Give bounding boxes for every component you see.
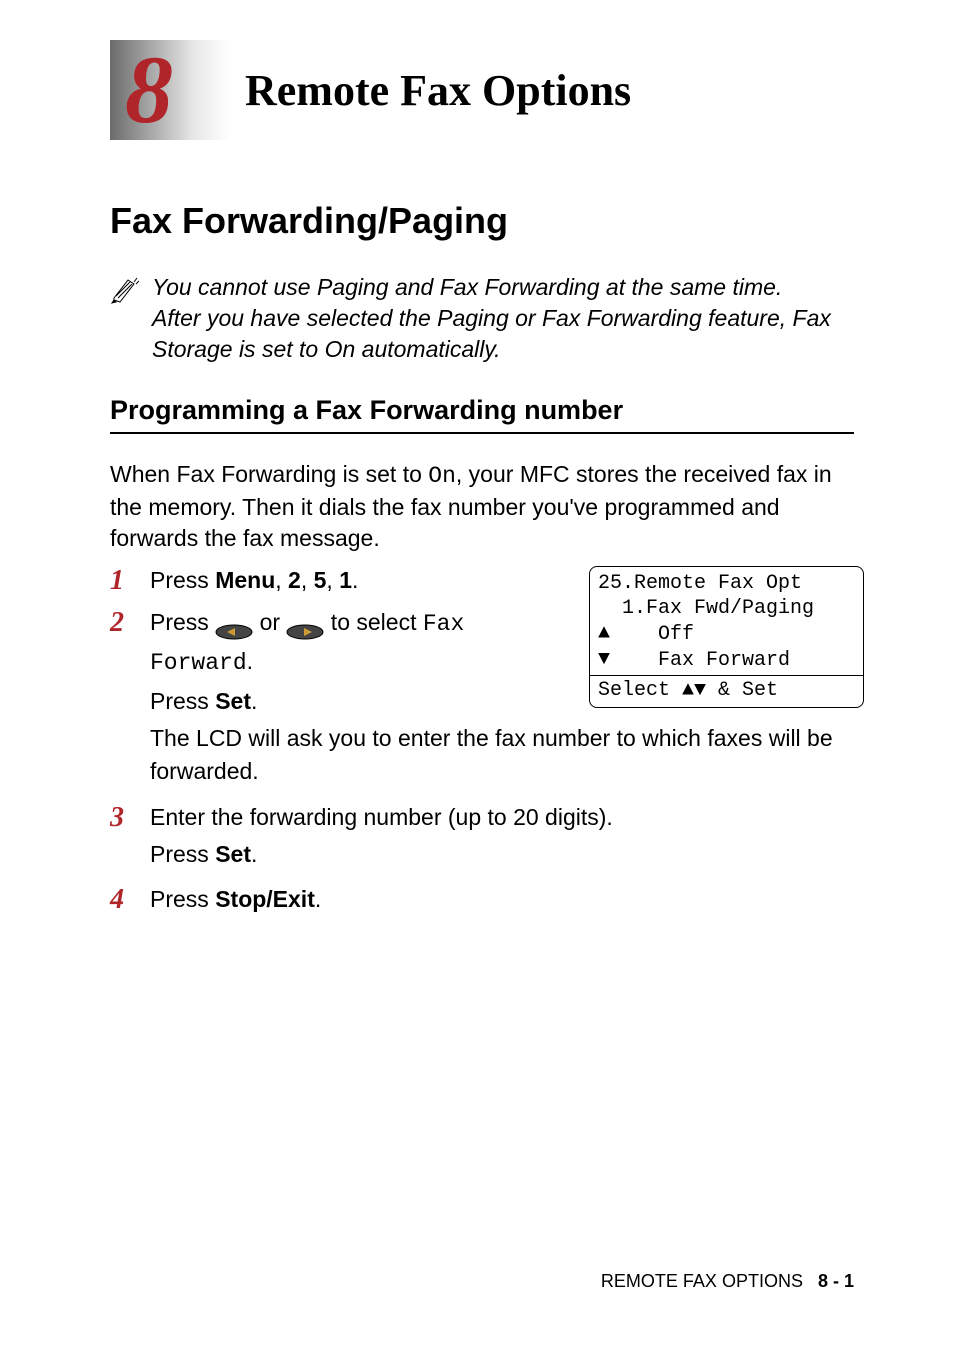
chapter-title: Remote Fax Options <box>245 65 631 116</box>
lcd-line-4: ▼ Fax Forward <box>598 647 855 673</box>
triangle-down-icon: ▼ <box>598 647 610 672</box>
text: Press <box>150 567 215 593</box>
text: , <box>326 567 339 593</box>
text: Press <box>150 886 215 912</box>
step-4: 4 Press Stop/Exit. <box>110 883 854 917</box>
text: . <box>352 567 358 593</box>
text: , <box>275 567 288 593</box>
steps-list: 25.Remote Fax Opt 1.Fax Fwd/Paging ▲ Off… <box>110 564 854 917</box>
step-3: 3 Enter the forwarding number (up to 20 … <box>110 801 854 876</box>
chapter-header: 8 Remote Fax Options <box>110 40 854 140</box>
step-body: Press Menu, 2, 5, 1. <box>150 564 570 597</box>
key-2: 2 <box>288 567 301 593</box>
intro-paragraph: When Fax Forwarding is set to On, your M… <box>110 459 854 554</box>
lcd-line-3: ▲ Off <box>598 621 855 647</box>
lcd-line-3-text: Off <box>610 623 694 646</box>
fax-forward-option-cont: Forward <box>150 650 247 676</box>
text: Press <box>150 609 215 635</box>
chapter-number-box: 8 <box>110 40 230 140</box>
step-2-lcd-text: The LCD will ask you to enter the fax nu… <box>150 725 833 784</box>
lcd-select-post: & Set <box>706 679 778 702</box>
triangle-up-icon: ▲ <box>598 621 610 646</box>
text: . <box>247 648 253 674</box>
text: , <box>301 567 314 593</box>
note-line-1: You cannot use Paging and Fax Forwarding… <box>152 274 782 300</box>
chapter-number: 8 <box>125 42 173 138</box>
note-icon <box>110 276 140 309</box>
lcd-select-line: Select ▲▼ & Set <box>590 676 863 707</box>
note-block: You cannot use Paging and Fax Forwarding… <box>110 272 854 365</box>
intro-pre: When Fax Forwarding is set to <box>110 461 428 487</box>
lcd-line-1: 25.Remote Fax Opt <box>598 571 855 596</box>
text: or <box>253 609 286 635</box>
key-1: 1 <box>339 567 352 593</box>
step-number: 2 <box>110 606 150 640</box>
text: Press <box>150 688 215 714</box>
text: Press <box>150 841 215 867</box>
triangle-down-icon: ▼ <box>694 679 706 702</box>
set-key: Set <box>215 841 251 867</box>
triangle-up-icon: ▲ <box>682 679 694 702</box>
note-line-2: After you have selected the Paging or Fa… <box>152 305 831 362</box>
text: . <box>251 688 257 714</box>
step-body: Press Stop/Exit. <box>150 883 854 916</box>
menu-key: Menu <box>215 567 275 593</box>
footer-page-number: 8 - 1 <box>818 1271 854 1291</box>
note-text: You cannot use Paging and Fax Forwarding… <box>152 272 854 365</box>
lcd-line-2: 1.Fax Fwd/Paging <box>598 596 855 621</box>
lcd-select-pre: Select <box>598 679 682 702</box>
lcd-line-4-text: Fax Forward <box>610 649 790 672</box>
stop-exit-key: Stop/Exit <box>215 886 315 912</box>
text: to select <box>324 609 422 635</box>
fax-forward-option: Fax <box>423 611 464 637</box>
text: . <box>315 886 321 912</box>
lcd-display: 25.Remote Fax Opt 1.Fax Fwd/Paging ▲ Off… <box>589 566 864 708</box>
step-number: 3 <box>110 801 150 835</box>
subsection-title: Programming a Fax Forwarding number <box>110 395 854 434</box>
key-5: 5 <box>314 567 327 593</box>
arrow-right-button-icon <box>286 616 324 632</box>
set-key: Set <box>215 688 251 714</box>
step-number: 1 <box>110 564 150 598</box>
section-title: Fax Forwarding/Paging <box>110 200 854 242</box>
text: . <box>251 841 257 867</box>
page-footer: REMOTE FAX OPTIONS 8 - 1 <box>601 1271 854 1292</box>
intro-on: On <box>428 463 456 489</box>
step-body: Enter the forwarding number (up to 20 di… <box>150 801 854 876</box>
footer-section-label: REMOTE FAX OPTIONS <box>601 1271 803 1291</box>
step-number: 4 <box>110 883 150 917</box>
step-3-text: Enter the forwarding number (up to 20 di… <box>150 804 613 830</box>
arrow-left-button-icon <box>215 616 253 632</box>
